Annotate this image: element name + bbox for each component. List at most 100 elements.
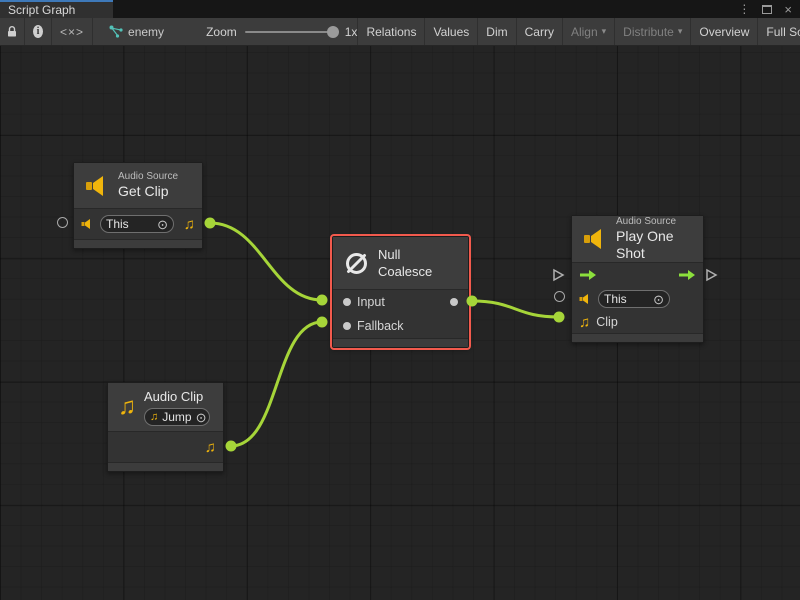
distribute-dropdown[interactable]: Distribute ▾ (615, 18, 691, 45)
audio-clip-titles: Audio Clip ♫ Jump ⊙ (144, 388, 210, 427)
node-audio-clip[interactable]: ♫ Audio Clip ♫ Jump ⊙ ♫ (107, 382, 224, 472)
lock-button[interactable] (0, 18, 25, 45)
node-null-coalesce[interactable]: Null Coalesce Input Fallback (332, 236, 469, 348)
node-subtitle: Audio Source (616, 216, 693, 228)
audio-clip-icon: ♫ (118, 395, 136, 419)
maximize-icon[interactable] (762, 5, 772, 14)
wire-getclip-to-input (210, 223, 322, 300)
clip-port-row[interactable]: ♫ Clip (572, 311, 703, 333)
flow-in-port[interactable] (552, 268, 565, 282)
zoom-slider[interactable] (245, 31, 337, 33)
graph-toolbar: i <×> enemy Zoom 1x Relations Values Dim (0, 18, 800, 46)
node-title: Null Coalesce (378, 246, 458, 280)
this-object-value: This (604, 292, 627, 306)
result-output-port[interactable] (450, 298, 458, 306)
wire-endpoint (317, 317, 328, 328)
wire-endpoint (205, 218, 216, 229)
chevron-down-icon: ▾ (602, 26, 607, 37)
zoom-label: Zoom (206, 25, 237, 39)
fallback-port-row[interactable]: Fallback (333, 314, 468, 338)
toolbar-middle: enemy Zoom 1x (93, 18, 358, 45)
relations-button[interactable]: Relations (358, 18, 425, 45)
window-controls: ⋮ × (738, 0, 800, 18)
get-clip-this-row: This ⊙ ♫ (74, 209, 202, 239)
code-icon: <×> (60, 25, 84, 39)
zoom-value: 1x (345, 25, 358, 39)
values-button[interactable]: Values (425, 18, 478, 45)
node-subtitle: Audio Source (118, 171, 178, 183)
node-title: Play One Shot (616, 228, 693, 262)
fallback-port[interactable] (343, 322, 351, 330)
close-icon[interactable]: × (784, 3, 792, 16)
wire-output-to-clip (472, 301, 559, 317)
null-coalesce-body: Input Fallback (333, 289, 468, 338)
audio-clip-footer (108, 462, 223, 471)
script-graph-window: Script Graph ⋮ × i <×> enemy (0, 0, 800, 600)
overview-button[interactable]: Overview (691, 18, 758, 45)
play-this-row: This ⊙ (572, 287, 703, 311)
more-menu-icon[interactable]: ⋮ (738, 3, 750, 15)
get-clip-body: This ⊙ ♫ (74, 208, 202, 239)
audio-clip-output-row: ♫ (108, 432, 223, 462)
tab-bar: Script Graph ⋮ × (0, 0, 800, 18)
node-title: Audio Clip (144, 388, 210, 405)
graph-canvas[interactable]: Audio Source Get Clip This ⊙ ♫ (0, 46, 800, 600)
audio-clip-header: ♫ Audio Clip ♫ Jump ⊙ (108, 383, 223, 431)
null-coalesce-footer (333, 338, 468, 347)
node-play-one-shot[interactable]: Audio Source Play One Shot (571, 215, 704, 343)
fullscreen-button[interactable]: Full Screen (758, 18, 800, 45)
audio-source-icon (582, 227, 608, 251)
align-dropdown[interactable]: Align ▾ (563, 18, 615, 45)
play-one-shot-header: Audio Source Play One Shot (572, 216, 703, 262)
wire-audioclip-to-fallback (231, 322, 322, 446)
audio-clip-object-field[interactable]: ♫ Jump ⊙ (144, 408, 210, 426)
tab-script-graph[interactable]: Script Graph (0, 0, 113, 18)
play-this-port[interactable] (554, 291, 565, 302)
graph-breadcrumb[interactable]: enemy (109, 25, 164, 39)
get-clip-footer (74, 239, 202, 248)
null-coalesce-icon (343, 250, 370, 277)
null-coalesce-header: Null Coalesce (333, 237, 468, 289)
wire-endpoint (554, 312, 565, 323)
carry-button[interactable]: Carry (517, 18, 563, 45)
audio-clip-output-icon: ♫ (205, 440, 216, 455)
this-object-field[interactable]: This ⊙ (598, 290, 670, 308)
audio-source-icon (579, 293, 592, 305)
dim-button[interactable]: Dim (478, 18, 516, 45)
this-object-field[interactable]: This ⊙ (100, 215, 174, 233)
audio-clip-icon: ♫ (150, 412, 158, 423)
zoom-control: Zoom 1x (206, 25, 357, 39)
audio-clip-body: ♫ (108, 431, 223, 462)
flow-out-arrow-icon (678, 269, 696, 281)
fallback-port-label: Fallback (357, 319, 404, 333)
zoom-slider-handle[interactable] (327, 26, 339, 38)
audio-source-icon (84, 174, 110, 198)
graph-name: enemy (128, 25, 164, 39)
node-title: Get Clip (118, 183, 178, 200)
flow-out-port[interactable] (705, 268, 718, 282)
clip-port-label: Clip (596, 315, 618, 329)
input-port[interactable] (343, 298, 351, 306)
input-port-label: Input (357, 295, 385, 309)
node-get-clip[interactable]: Audio Source Get Clip This ⊙ ♫ (73, 162, 203, 249)
object-picker-icon[interactable]: ⊙ (157, 218, 168, 231)
wire-endpoint (317, 295, 328, 306)
info-button[interactable]: i (25, 18, 52, 45)
get-clip-header: Audio Source Get Clip (74, 163, 202, 208)
play-one-shot-body: This ⊙ ♫ Clip (572, 262, 703, 333)
code-preview-button[interactable]: <×> (52, 18, 93, 45)
audio-clip-object-value: Jump (162, 410, 191, 424)
info-icon: i (33, 25, 43, 38)
this-object-value: This (106, 217, 129, 231)
get-clip-this-port[interactable] (57, 217, 68, 228)
wire-endpoint (226, 441, 237, 452)
control-flow-row[interactable] (572, 263, 703, 287)
tab-label: Script Graph (8, 3, 75, 17)
lock-icon (6, 25, 18, 38)
object-picker-icon[interactable]: ⊙ (196, 411, 207, 424)
chevron-down-icon: ▾ (678, 26, 683, 37)
audio-clip-output-icon: ♫ (184, 217, 195, 232)
object-picker-icon[interactable]: ⊙ (653, 293, 664, 306)
input-port-row[interactable]: Input (333, 290, 468, 314)
audio-source-icon (81, 218, 94, 230)
